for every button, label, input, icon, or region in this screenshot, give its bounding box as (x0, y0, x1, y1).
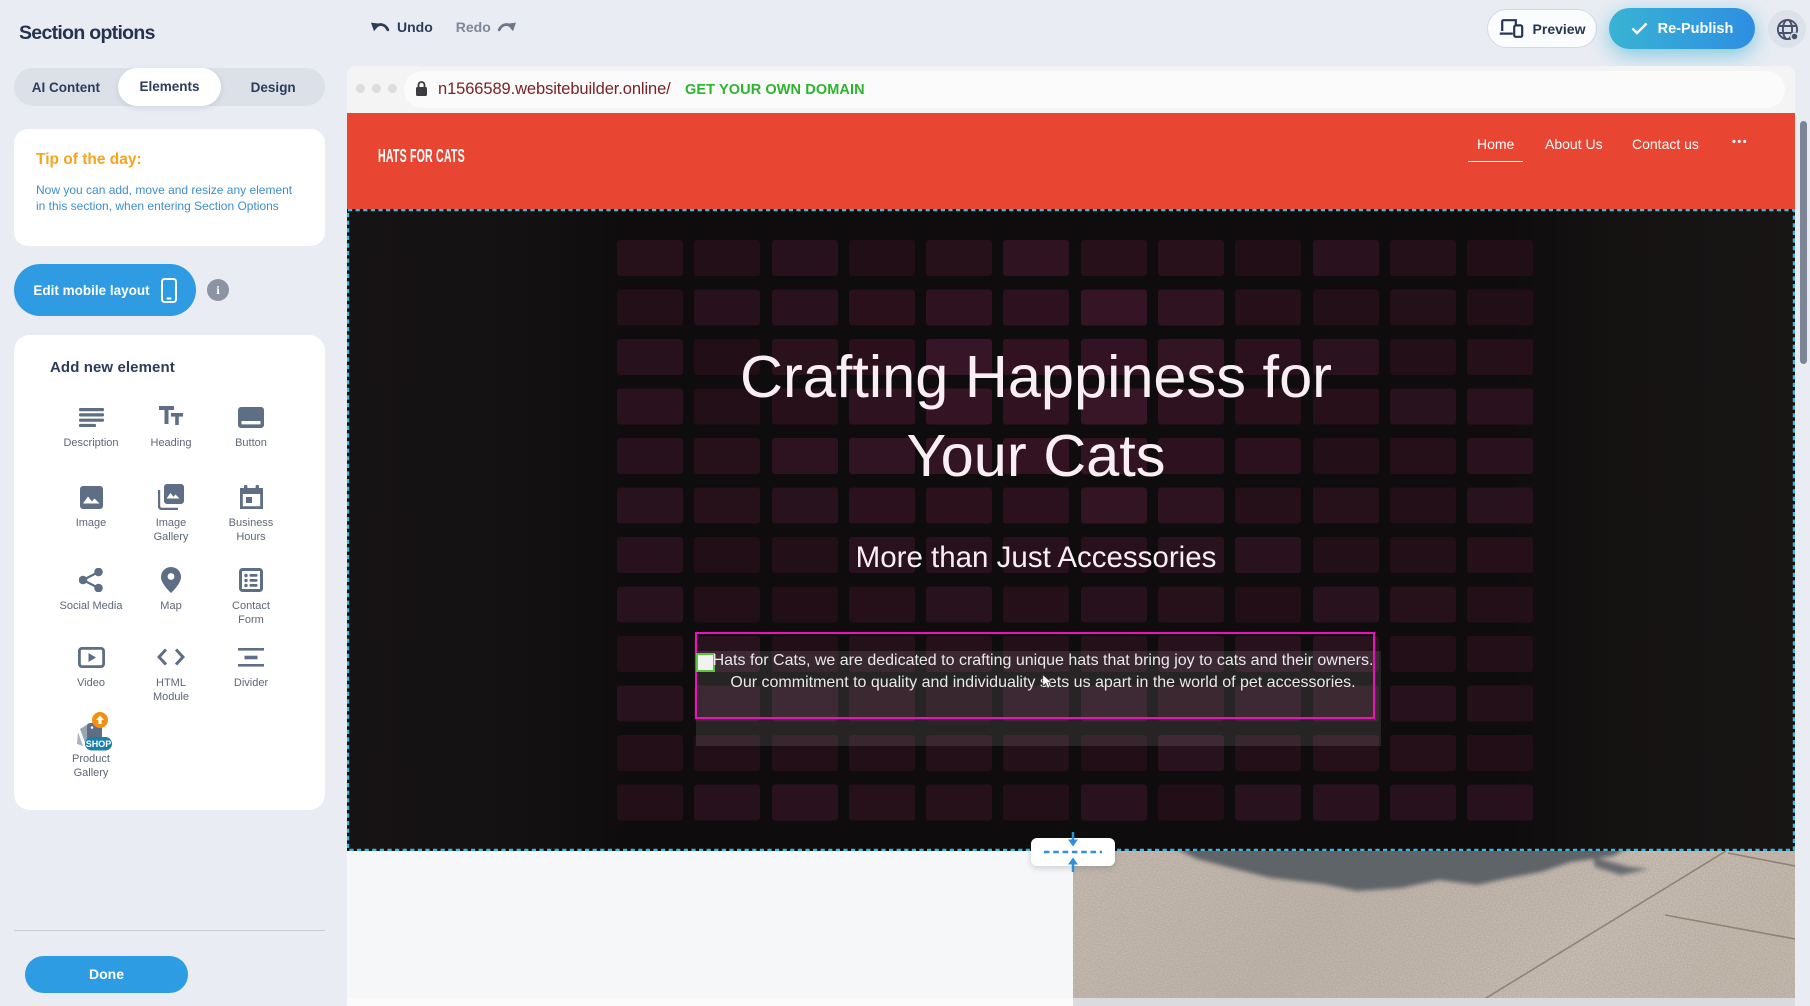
svg-text:SHOP: SHOP (86, 739, 112, 749)
